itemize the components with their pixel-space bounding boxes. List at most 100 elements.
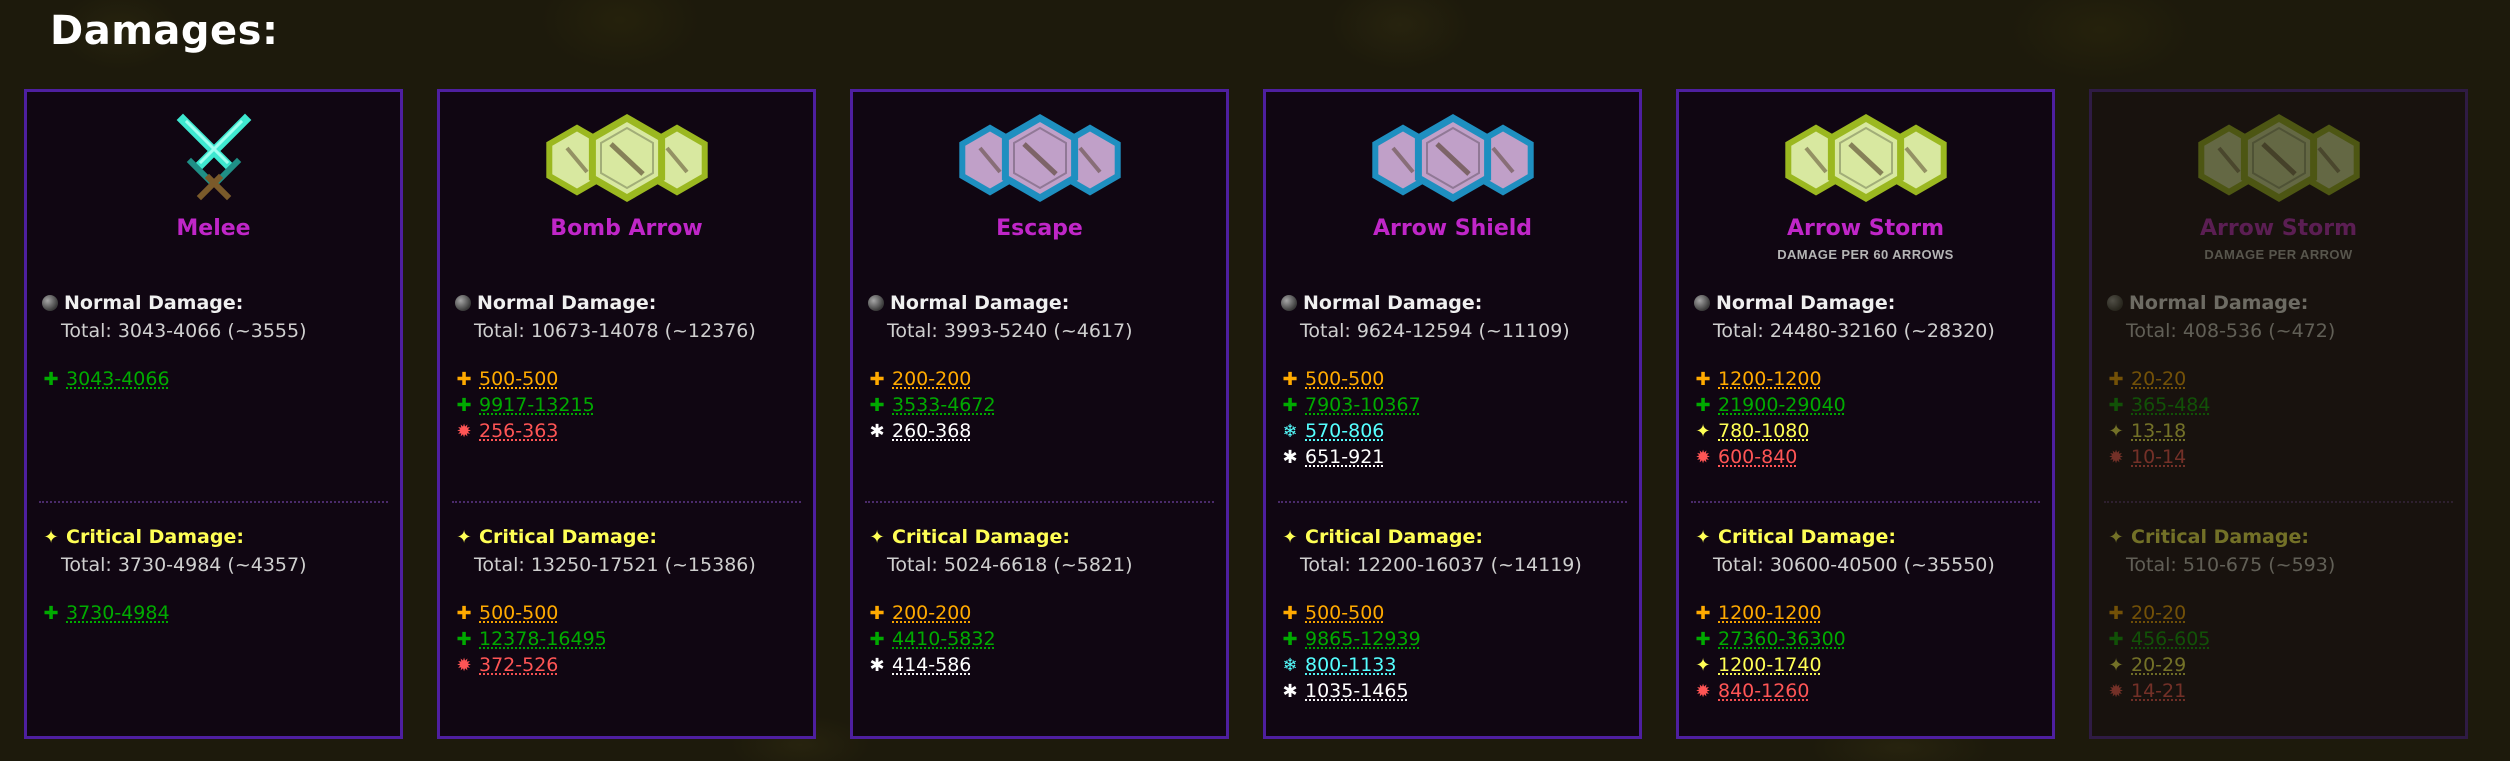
damage-row-neutral[interactable]: ✚ 1200-1200	[1694, 366, 1846, 392]
section-label-text: Normal Damage:	[1303, 292, 1483, 314]
damage-row-thunder[interactable]: ✦ 20-29	[2107, 652, 2210, 678]
damage-value[interactable]: 20-20	[2131, 368, 2186, 390]
damage-value[interactable]: 365-484	[2131, 394, 2210, 416]
damage-value[interactable]: 651-921	[1305, 446, 1384, 468]
damage-row-air[interactable]: ✱ 651-921	[1281, 444, 1421, 470]
damage-row-fire[interactable]: ✹ 372-526	[455, 652, 607, 678]
card-title: Escape	[996, 216, 1083, 241]
damage-row-thunder[interactable]: ✦ 13-18	[2107, 418, 2210, 444]
card-subtitle: DAMAGE PER 60 ARROWS	[1777, 247, 1954, 262]
sparkle-icon: ✦	[456, 526, 472, 548]
damage-row-fire[interactable]: ✹ 10-14	[2107, 444, 2210, 470]
damage-value[interactable]: 500-500	[479, 602, 558, 624]
damage-row-water[interactable]: ❄ 800-1133	[1281, 652, 1421, 678]
damage-value[interactable]: 372-526	[479, 654, 558, 676]
damage-value[interactable]: 840-1260	[1718, 680, 1809, 702]
damage-row-earth[interactable]: ✚ 365-484	[2107, 392, 2210, 418]
damage-value[interactable]: 14-21	[2131, 680, 2186, 702]
damage-row-earth[interactable]: ✚ 7903-10367	[1281, 392, 1421, 418]
damage-value[interactable]: 570-806	[1305, 420, 1384, 442]
damage-value[interactable]: 1200-1200	[1718, 602, 1822, 624]
damage-value[interactable]: 456-605	[2131, 628, 2210, 650]
damage-value[interactable]: 1035-1465	[1305, 680, 1409, 702]
damage-row-earth[interactable]: ✚ 12378-16495	[455, 626, 607, 652]
damage-value[interactable]: 20-20	[2131, 602, 2186, 624]
damage-value[interactable]: 600-840	[1718, 446, 1797, 468]
damage-row-air[interactable]: ✱ 1035-1465	[1281, 678, 1421, 704]
neutral-cross-icon: ✚	[1695, 602, 1711, 624]
damage-row-neutral[interactable]: ✚ 500-500	[1281, 366, 1421, 392]
damage-row-fire[interactable]: ✹ 840-1260	[1694, 678, 1846, 704]
thunder-spark-icon: ✦	[1695, 420, 1711, 442]
normal-damage-label: Normal Damage:	[1281, 292, 1482, 314]
damage-card: Arrow Storm DAMAGE PER ARROW Normal Damage…	[2089, 89, 2468, 739]
normal-damage-label: Normal Damage:	[455, 292, 656, 314]
damage-value[interactable]: 500-500	[1305, 602, 1384, 624]
damage-row-fire[interactable]: ✹ 600-840	[1694, 444, 1846, 470]
air-swirl-icon: ✱	[1282, 446, 1298, 468]
page-title: Damages:	[50, 8, 279, 54]
damage-row-neutral[interactable]: ✚ 1200-1200	[1694, 600, 1846, 626]
damage-row-fire[interactable]: ✹ 14-21	[2107, 678, 2210, 704]
damage-card: Arrow Shield Normal Damage: Total: 9624-12…	[1263, 89, 1642, 739]
damage-row-air[interactable]: ✱ 414-586	[868, 652, 996, 678]
damage-value[interactable]: 7903-10367	[1305, 394, 1421, 416]
damage-row-water[interactable]: ❄ 570-806	[1281, 418, 1421, 444]
damage-value[interactable]: 256-363	[479, 420, 558, 442]
spell-hex-icon-earth	[2092, 110, 2465, 204]
damage-row-earth[interactable]: ✚ 3043-4066	[42, 366, 170, 392]
damage-row-earth[interactable]: ✚ 4410-5832	[868, 626, 996, 652]
damage-row-thunder[interactable]: ✦ 1200-1740	[1694, 652, 1846, 678]
damage-row-neutral[interactable]: ✚ 500-500	[1281, 600, 1421, 626]
damage-row-earth[interactable]: ✚ 3730-4984	[42, 600, 170, 626]
damage-value[interactable]: 200-200	[892, 602, 971, 624]
normal-total: Total: 10673-14078 (~12376)	[474, 320, 756, 342]
damage-value[interactable]: 780-1080	[1718, 420, 1809, 442]
damage-value[interactable]: 27360-36300	[1718, 628, 1846, 650]
damage-row-neutral[interactable]: ✚ 500-500	[455, 600, 607, 626]
damage-value[interactable]: 500-500	[1305, 368, 1384, 390]
damage-row-earth[interactable]: ✚ 456-605	[2107, 626, 2210, 652]
damage-value[interactable]: 3730-4984	[66, 602, 170, 624]
card-title: Arrow Storm	[2199, 216, 2358, 241]
damage-value[interactable]: 21900-29040	[1718, 394, 1846, 416]
damage-value[interactable]: 3533-4672	[892, 394, 996, 416]
damage-value[interactable]: 4410-5832	[892, 628, 996, 650]
damage-value[interactable]: 12378-16495	[479, 628, 607, 650]
damage-row-earth[interactable]: ✚ 3533-4672	[868, 392, 996, 418]
earth-cross-icon: ✚	[1282, 628, 1298, 650]
damage-value[interactable]: 13-18	[2131, 420, 2186, 442]
damage-value[interactable]: 9917-13215	[479, 394, 595, 416]
damage-row-earth[interactable]: ✚ 21900-29040	[1694, 392, 1846, 418]
critical-total: Total: 12200-16037 (~14119)	[1300, 554, 1582, 576]
damage-row-air[interactable]: ✱ 260-368	[868, 418, 996, 444]
damage-row-fire[interactable]: ✹ 256-363	[455, 418, 595, 444]
critical-total: Total: 5024-6618 (~5821)	[887, 554, 1133, 576]
critical-damage-list: ✚ 3730-4984	[42, 600, 170, 626]
damage-value[interactable]: 10-14	[2131, 446, 2186, 468]
damage-row-neutral[interactable]: ✚ 200-200	[868, 366, 996, 392]
fire-burst-icon: ✹	[456, 654, 472, 676]
damage-value[interactable]: 414-586	[892, 654, 971, 676]
damage-row-earth[interactable]: ✚ 9917-13215	[455, 392, 595, 418]
damage-row-neutral[interactable]: ✚ 200-200	[868, 600, 996, 626]
section-label-text: Critical Damage:	[1718, 526, 1896, 548]
damage-value[interactable]: 200-200	[892, 368, 971, 390]
damage-value[interactable]: 9865-12939	[1305, 628, 1421, 650]
damage-value[interactable]: 20-29	[2131, 654, 2186, 676]
damage-row-earth[interactable]: ✚ 9865-12939	[1281, 626, 1421, 652]
damage-value[interactable]: 3043-4066	[66, 368, 170, 390]
damage-value[interactable]: 1200-1740	[1718, 654, 1822, 676]
damage-value[interactable]: 800-1133	[1305, 654, 1396, 676]
damage-row-neutral[interactable]: ✚ 500-500	[455, 366, 595, 392]
damage-value[interactable]: 260-368	[892, 420, 971, 442]
damage-value[interactable]: 500-500	[479, 368, 558, 390]
damage-row-neutral[interactable]: ✚ 20-20	[2107, 366, 2210, 392]
damage-row-thunder[interactable]: ✦ 780-1080	[1694, 418, 1846, 444]
damage-row-neutral[interactable]: ✚ 20-20	[2107, 600, 2210, 626]
critical-damage-label: ✦ Critical Damage:	[1281, 526, 1482, 548]
sparkle-icon: ✦	[43, 526, 59, 548]
earth-cross-icon: ✚	[456, 394, 472, 416]
damage-value[interactable]: 1200-1200	[1718, 368, 1822, 390]
damage-row-earth[interactable]: ✚ 27360-36300	[1694, 626, 1846, 652]
